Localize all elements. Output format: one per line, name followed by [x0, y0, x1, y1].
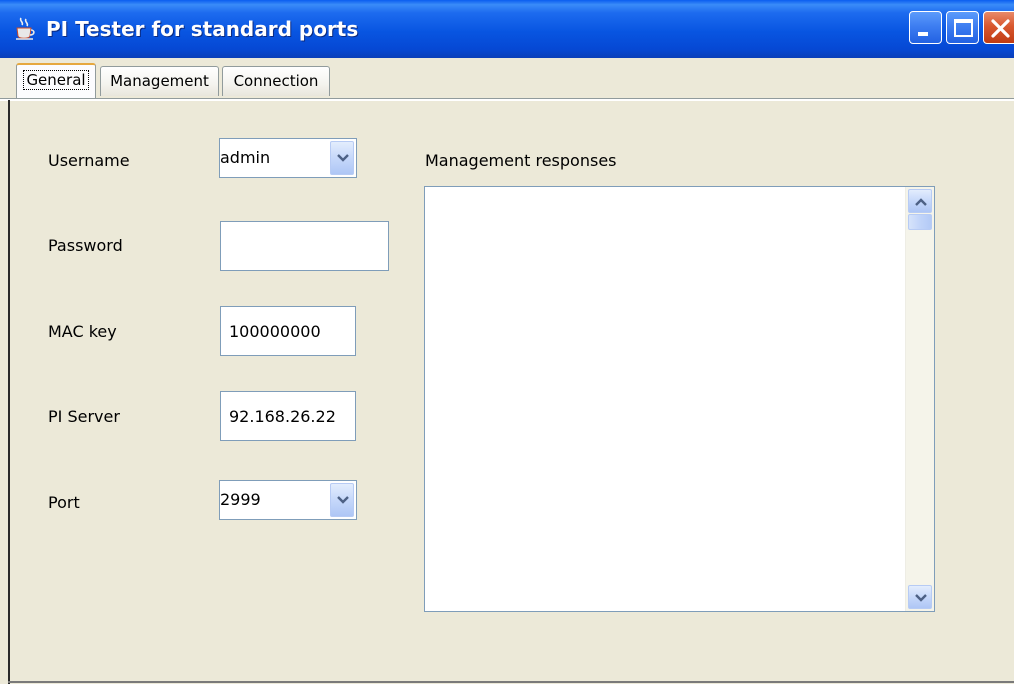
port-value: 2999 — [220, 490, 261, 509]
management-responses-label: Management responses — [425, 151, 617, 170]
tab-management-label: Management — [110, 72, 209, 90]
panel-bottom-border — [8, 681, 1014, 683]
window-title: PI Tester for standard ports — [46, 17, 359, 41]
close-icon — [991, 19, 1010, 38]
minimize-icon — [918, 32, 928, 36]
username-combo[interactable]: admin — [219, 138, 357, 178]
scroll-down-button[interactable] — [908, 585, 932, 609]
port-combo[interactable]: 2999 — [219, 480, 357, 520]
vertical-scrollbar[interactable] — [905, 187, 934, 611]
maximize-button[interactable] — [946, 11, 979, 44]
scroll-up-button[interactable] — [908, 189, 932, 213]
pi-server-label: PI Server — [48, 407, 120, 426]
password-field[interactable] — [220, 221, 389, 271]
chevron-down-icon — [337, 496, 349, 504]
title-bar[interactable]: PI Tester for standard ports — [0, 0, 1014, 58]
minimize-button[interactable] — [909, 11, 942, 44]
username-dropdown-button[interactable] — [330, 141, 354, 175]
maximize-icon — [954, 19, 973, 37]
window-left-border — [8, 100, 10, 684]
tab-connection[interactable]: Connection — [222, 66, 330, 96]
tab-connection-label: Connection — [233, 72, 319, 90]
mac-key-field[interactable] — [220, 306, 356, 356]
management-responses-area[interactable] — [424, 186, 935, 612]
pi-server-field[interactable] — [220, 391, 356, 441]
arrow-up-icon — [915, 198, 927, 206]
java-coffee-cup-icon[interactable] — [12, 16, 38, 42]
tab-general-label: General — [23, 70, 89, 90]
mac-key-label: MAC key — [48, 322, 117, 341]
app-window: PI Tester for standard ports General Man… — [0, 0, 1014, 684]
port-dropdown-button[interactable] — [330, 483, 354, 517]
tab-divider — [0, 98, 1014, 101]
port-label: Port — [48, 493, 80, 512]
scroll-thumb[interactable] — [908, 214, 932, 230]
password-label: Password — [48, 236, 123, 255]
username-value: admin — [220, 148, 271, 167]
tab-management[interactable]: Management — [100, 66, 219, 96]
username-label: Username — [48, 151, 130, 170]
chevron-down-icon — [337, 154, 349, 162]
tab-general[interactable]: General — [16, 63, 96, 98]
arrow-down-icon — [915, 594, 927, 602]
tab-strip: General Management Connection — [0, 58, 1014, 100]
close-button[interactable] — [983, 11, 1014, 44]
